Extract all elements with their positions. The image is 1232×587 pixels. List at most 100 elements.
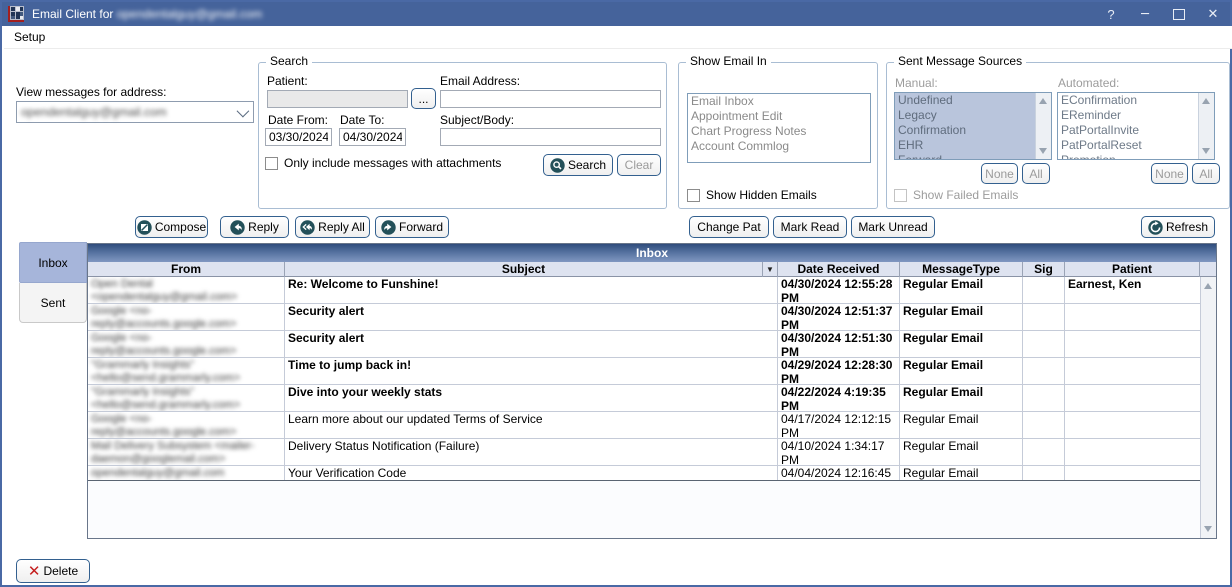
reply-all-icon bbox=[300, 220, 315, 235]
list-item[interactable]: Account Commlog bbox=[688, 139, 870, 154]
scroll-up-icon[interactable] bbox=[1039, 98, 1047, 104]
grid-body: Open Dental<opendentalguy@gmail.com>Re: … bbox=[88, 277, 1200, 481]
list-item[interactable]: Confirmation bbox=[895, 123, 1036, 138]
show-hidden-row[interactable]: Show Hidden Emails bbox=[687, 188, 817, 202]
cell-date-received: 04/10/2024 1:34:17 PM bbox=[778, 439, 900, 465]
cell-from: Open Dental<opendentalguy@gmail.com> bbox=[88, 277, 285, 303]
list-item[interactable]: Forward bbox=[895, 153, 1036, 160]
compose-button[interactable]: Compose bbox=[135, 216, 208, 238]
cell-date-received: 04/30/2024 12:55:28 PM bbox=[778, 277, 900, 303]
cell-sig bbox=[1023, 331, 1065, 357]
list-item[interactable]: Appointment Edit bbox=[688, 109, 870, 124]
table-row[interactable]: Google <no-reply@accounts.google.com>Lea… bbox=[88, 412, 1200, 439]
scroll-up-icon[interactable] bbox=[1204, 283, 1212, 289]
column-header-messagetype[interactable]: MessageType bbox=[900, 262, 1023, 277]
list-item[interactable]: Chart Progress Notes bbox=[688, 124, 870, 139]
table-row[interactable]: Google <no-reply@accounts.google.com>Sec… bbox=[88, 331, 1200, 358]
scroll-down-icon[interactable] bbox=[1204, 526, 1212, 532]
list-item[interactable]: PatPortalReset bbox=[1058, 138, 1199, 153]
table-row[interactable]: opendentalguy@gmail.comYour Verification… bbox=[88, 466, 1200, 481]
automated-none-button[interactable]: None bbox=[1151, 163, 1188, 184]
cell-sig bbox=[1023, 277, 1065, 303]
email-address-field[interactable] bbox=[440, 90, 661, 108]
address-combobox[interactable]: opendentalguy@gmail.com bbox=[16, 101, 254, 123]
table-row[interactable]: "Grammarly Insights"<hello@send.grammarl… bbox=[88, 358, 1200, 385]
show-hidden-checkbox[interactable] bbox=[687, 189, 700, 202]
cell-from: "Grammarly Insights"<hello@send.grammarl… bbox=[88, 385, 285, 411]
search-button[interactable]: Search bbox=[543, 154, 613, 176]
attachments-checkbox[interactable] bbox=[265, 157, 278, 170]
cell-date-received: 04/29/2024 12:28:30 PM bbox=[778, 358, 900, 384]
maximize-button[interactable] bbox=[1162, 2, 1196, 26]
subject-body-field[interactable] bbox=[440, 128, 661, 146]
mark-read-button[interactable]: Mark Read bbox=[773, 216, 847, 238]
cell-date-received: 04/04/2024 12:16:45 PM bbox=[778, 466, 900, 480]
column-header-subject[interactable]: Subject bbox=[285, 262, 763, 277]
manual-none-button[interactable]: None bbox=[981, 163, 1018, 184]
window-title: Email Client for opendentalguy@gmail.com bbox=[32, 7, 262, 21]
cell-subject: Delivery Status Notification (Failure) bbox=[285, 439, 778, 465]
grid-title: Inbox bbox=[88, 244, 1216, 262]
delete-button[interactable]: ✕ Delete bbox=[16, 559, 90, 583]
table-row[interactable]: Mail Delivery Subsystem <mailer-daemon@g… bbox=[88, 439, 1200, 466]
manual-all-button[interactable]: All bbox=[1022, 163, 1050, 184]
table-row[interactable]: Google <no-reply@accounts.google.com>Sec… bbox=[88, 304, 1200, 331]
forward-button[interactable]: Forward bbox=[375, 216, 449, 238]
refresh-button[interactable]: Refresh bbox=[1141, 216, 1215, 238]
automated-scrollbar[interactable] bbox=[1198, 93, 1214, 159]
list-item[interactable]: Undefined bbox=[895, 93, 1036, 108]
column-header-patient[interactable]: Patient bbox=[1065, 262, 1200, 277]
menu-setup[interactable]: Setup bbox=[4, 26, 55, 48]
minimize-button[interactable]: ─ bbox=[1128, 2, 1162, 26]
list-item[interactable]: Legacy bbox=[895, 108, 1036, 123]
automated-all-button[interactable]: All bbox=[1192, 163, 1220, 184]
reply-all-button[interactable]: Reply All bbox=[295, 216, 370, 238]
column-header-date-received[interactable]: Date Received bbox=[778, 262, 900, 277]
list-item[interactable]: PatPortalInvite bbox=[1058, 123, 1199, 138]
list-item[interactable]: EHR bbox=[895, 138, 1036, 153]
column-header-sig[interactable]: Sig bbox=[1023, 262, 1065, 277]
tab-inbox[interactable]: Inbox bbox=[19, 242, 87, 283]
patient-browse-button[interactable]: ... bbox=[411, 88, 436, 109]
list-item[interactable]: EConfirmation bbox=[1058, 93, 1199, 108]
attachments-checkbox-row[interactable]: Only include messages with attachments bbox=[265, 156, 501, 170]
date-to-label: Date To: bbox=[340, 113, 384, 127]
date-to-field[interactable] bbox=[339, 128, 406, 146]
column-header-from[interactable]: From bbox=[88, 262, 285, 277]
cell-messagetype: Regular Email bbox=[900, 277, 1023, 303]
cell-from: Google <no-reply@accounts.google.com> bbox=[88, 412, 285, 438]
cell-messagetype: Regular Email bbox=[900, 385, 1023, 411]
cell-from: Mail Delivery Subsystem <mailer-daemon@g… bbox=[88, 439, 285, 465]
search-icon bbox=[550, 158, 565, 173]
close-button[interactable]: ✕ bbox=[1196, 2, 1230, 26]
help-button[interactable]: ? bbox=[1094, 2, 1128, 26]
table-row[interactable]: Open Dental<opendentalguy@gmail.com>Re: … bbox=[88, 277, 1200, 304]
automated-listbox[interactable]: EConfirmationEReminderPatPortalInvitePat… bbox=[1057, 92, 1215, 160]
cell-patient bbox=[1065, 331, 1200, 357]
date-from-label: Date From: bbox=[268, 113, 328, 127]
list-item[interactable]: EReminder bbox=[1058, 108, 1199, 123]
tab-sent[interactable]: Sent bbox=[19, 283, 87, 323]
sort-indicator-icon[interactable]: ▼ bbox=[763, 262, 778, 277]
reply-button[interactable]: Reply bbox=[220, 216, 289, 238]
cell-date-received: 04/22/2024 4:19:35 PM bbox=[778, 385, 900, 411]
manual-scrollbar[interactable] bbox=[1035, 93, 1051, 159]
cell-sig bbox=[1023, 412, 1065, 438]
email-address-label: Email Address: bbox=[440, 74, 520, 88]
list-item[interactable]: Email Inbox bbox=[688, 94, 870, 109]
table-row[interactable]: "Grammarly Insights"<hello@send.grammarl… bbox=[88, 385, 1200, 412]
cell-from: Google <no-reply@accounts.google.com> bbox=[88, 331, 285, 357]
grid-vertical-scrollbar[interactable] bbox=[1200, 277, 1216, 538]
scroll-up-icon[interactable] bbox=[1202, 98, 1210, 104]
mark-unread-button[interactable]: Mark Unread bbox=[851, 216, 935, 238]
show-email-in-listbox[interactable]: Email InboxAppointment EditChart Progres… bbox=[687, 93, 871, 163]
list-item[interactable]: Promotion bbox=[1058, 153, 1199, 160]
manual-listbox[interactable]: UndefinedLegacyConfirmationEHRForward bbox=[894, 92, 1052, 160]
scroll-down-icon[interactable] bbox=[1039, 148, 1047, 154]
app-icon bbox=[8, 6, 24, 22]
cell-sig bbox=[1023, 439, 1065, 465]
change-pat-button[interactable]: Change Pat bbox=[689, 216, 769, 238]
subject-body-label: Subject/Body: bbox=[440, 113, 514, 127]
scroll-down-icon[interactable] bbox=[1202, 148, 1210, 154]
date-from-field[interactable] bbox=[265, 128, 332, 146]
